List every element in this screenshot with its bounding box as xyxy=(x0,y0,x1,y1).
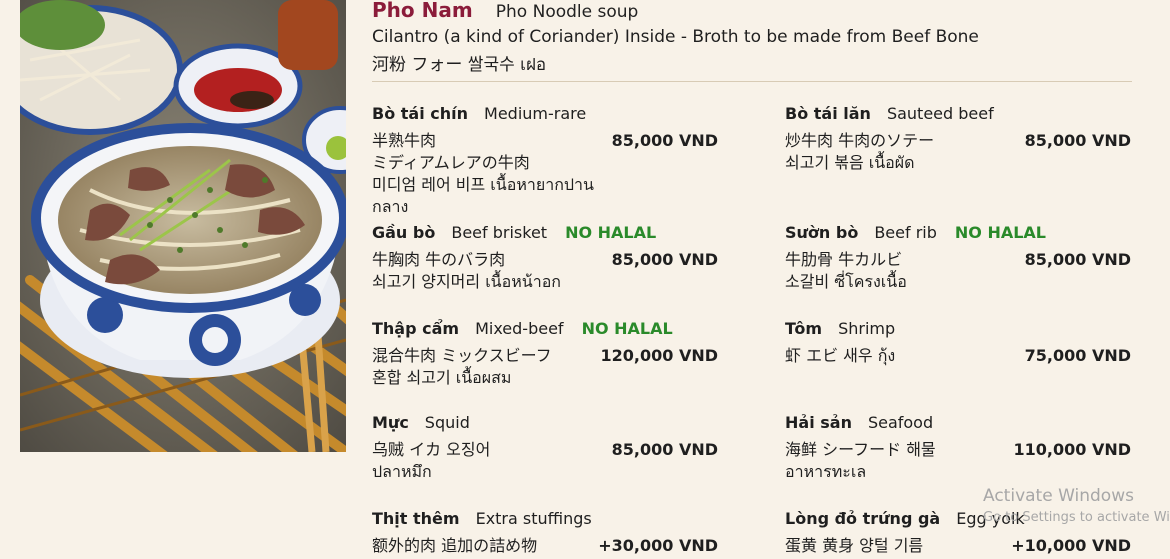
item-translation: อาหารทะเล xyxy=(785,462,867,481)
item-name-vn: Thịt thêm xyxy=(372,509,460,528)
item-price: 85,000 VND xyxy=(611,131,718,150)
item-name-vn: Thập cẩm xyxy=(372,319,460,338)
item-price: 85,000 VND xyxy=(1024,250,1131,269)
item-translation: ปลาหมึก xyxy=(372,462,432,481)
menu-item-hai-san: Hải sản Seafood 海鲜 シーフード 해물 อาหารทะเล 110… xyxy=(785,413,1131,483)
item-name-vn: Bò tái chín xyxy=(372,104,469,123)
item-translation: 炒牛肉 牛肉のソテー xyxy=(785,131,935,150)
item-name-vn: Lòng đỏ trứng gà xyxy=(785,509,941,528)
item-name-en: Shrimp xyxy=(838,319,896,338)
item-price: 85,000 VND xyxy=(1024,131,1131,150)
item-name-en: Beef rib xyxy=(874,223,937,242)
no-halal-badge: NO HALAL xyxy=(565,223,657,242)
item-name-en: Beef brisket xyxy=(451,223,548,242)
item-translation: 半熟牛肉 xyxy=(372,131,437,150)
dish-translations: 河粉 フォー 쌀국수 เฝอ xyxy=(372,55,547,75)
item-translation: 소갈비 ซี่โครงเนื้อ xyxy=(785,272,907,291)
item-name-vn: Mực xyxy=(372,413,409,432)
activate-windows-watermark: Activate Windows Go to Settings to activ… xyxy=(983,486,1170,527)
item-translation: 虾 エビ 새우 กุ้ง xyxy=(785,346,896,365)
item-translation: 蛋黄 黄身 양털 기름 xyxy=(785,536,924,555)
item-name-vn: Hải sản xyxy=(785,413,852,432)
item-translation: 牛胸肉 牛のバラ肉 xyxy=(372,250,506,269)
item-price: +30,000 VND xyxy=(598,536,718,555)
menu-item-bo-tai-lan: Bò tái lăn Sauteed beef 炒牛肉 牛肉のソテー 쇠고기 볶음… xyxy=(785,104,1131,174)
no-halal-badge: NO HALAL xyxy=(581,319,673,338)
item-name-vn: Tôm xyxy=(785,319,823,338)
item-price: 120,000 VND xyxy=(600,346,719,365)
item-translation: 乌贼 イカ 오징어 xyxy=(372,440,491,459)
item-translation: 混合牛肉 ミックスビーフ xyxy=(372,346,552,365)
menu-item-tom: Tôm Shrimp 虾 エビ 새우 กุ้ง 75,000 VND xyxy=(785,319,1131,367)
item-name-vn: Bò tái lăn xyxy=(785,104,871,123)
menu-item-bo-tai-chin: Bò tái chín Medium-rare 半熟牛肉 ミディアムレアの牛肉 미… xyxy=(372,104,718,218)
item-translation: ミディアムレアの牛肉 xyxy=(372,153,530,172)
dish-title: Pho Nam xyxy=(372,0,473,22)
item-name-en: Medium-rare xyxy=(484,104,587,123)
item-translation: 额外的肉 追加の詰め物 xyxy=(372,536,538,555)
item-translation: 牛肋骨 牛カルビ xyxy=(785,250,903,269)
menu-item-suon-bo: Sườn bò Beef rib NO HALAL 牛肋骨 牛カルビ 소갈비 ซี่… xyxy=(785,223,1131,293)
item-price: 85,000 VND xyxy=(611,440,718,459)
menu-item-gau-bo: Gầu bò Beef brisket NO HALAL 牛胸肉 牛のバラ肉 쇠고기… xyxy=(372,223,718,293)
item-name-vn: Gầu bò xyxy=(372,223,436,242)
header-divider xyxy=(372,81,1132,82)
item-price: +10,000 VND xyxy=(1011,536,1131,555)
watermark-title: Activate Windows xyxy=(983,486,1134,506)
pho-bowl-photo xyxy=(20,0,346,452)
item-name-vn: Sườn bò xyxy=(785,223,859,242)
dish-subtitle: Pho Noodle soup xyxy=(495,2,639,22)
item-translation: 쇠고기 볶음 เนื้อผัด xyxy=(785,153,915,172)
item-name-en: Sauteed beef xyxy=(886,104,994,123)
menu-item-thap-cam: Thập cẩm Mixed-beef NO HALAL 混合牛肉 ミックスビーフ … xyxy=(372,319,718,389)
watermark-settings-link[interactable]: Go to Settings to activate Windows. xyxy=(983,509,1170,527)
item-name-en: Mixed-beef xyxy=(475,319,564,338)
menu-item-muc: Mực Squid 乌贼 イカ 오징어 ปลาหมึก 85,000 VND xyxy=(372,413,718,483)
dish-description: Cilantro (a kind of Coriander) Inside - … xyxy=(372,27,979,47)
menu-item-thit-them: Thịt thêm Extra stuffings 额外的肉 追加の詰め物 +30… xyxy=(372,509,718,557)
item-translation: 미디엄 레어 비프 เนื้อหายากปานกลาง xyxy=(372,175,594,216)
item-name-en: Seafood xyxy=(867,413,934,432)
item-name-en: Extra stuffings xyxy=(475,509,592,528)
no-halal-badge: NO HALAL xyxy=(954,223,1046,242)
item-translation: 혼합 쇠고기 เนื้อผสม xyxy=(372,368,512,387)
menu-header: Pho Nam Pho Noodle soup Cilantro (a kind… xyxy=(372,0,1132,76)
item-translation: 海鲜 シーフード 해물 xyxy=(785,440,936,459)
item-price: 75,000 VND xyxy=(1024,346,1131,365)
item-name-en: Squid xyxy=(424,413,470,432)
item-price: 85,000 VND xyxy=(611,250,718,269)
item-price: 110,000 VND xyxy=(1013,440,1132,459)
item-translation: 쇠고기 양지머리 เนื้อหน้าอก xyxy=(372,272,561,291)
